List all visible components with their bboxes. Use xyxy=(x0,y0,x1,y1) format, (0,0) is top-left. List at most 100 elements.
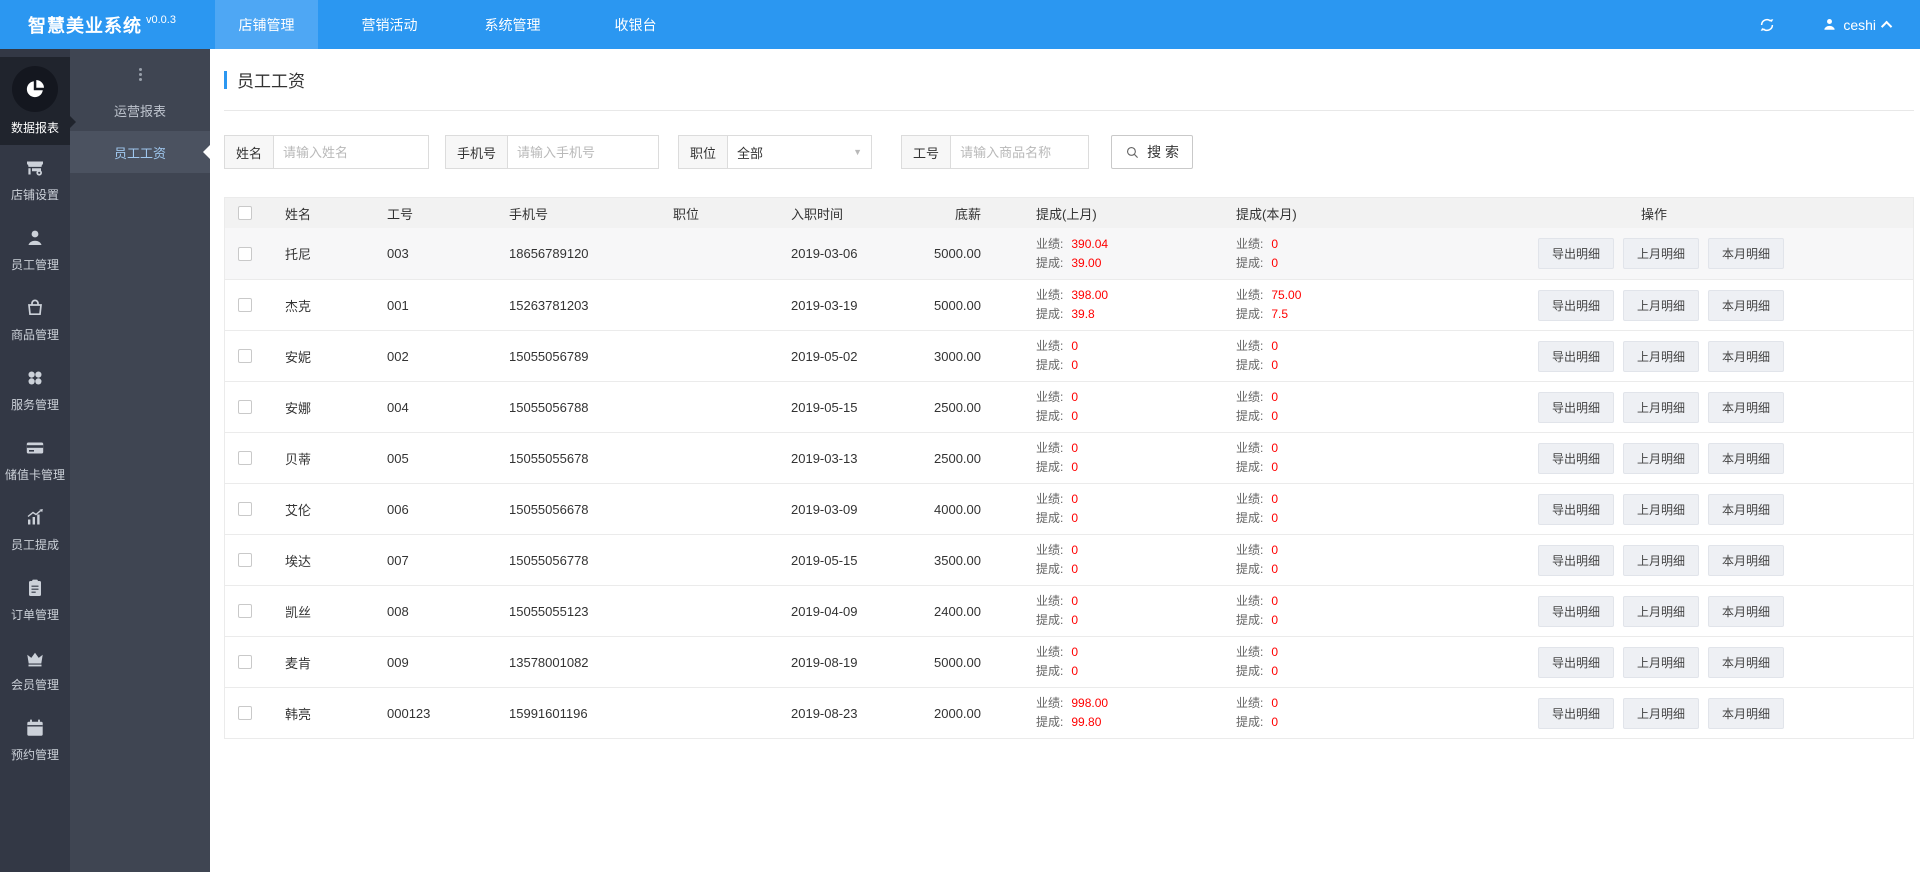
this-month-detail-button[interactable]: 本月明细 xyxy=(1708,442,1785,474)
row-checkbox[interactable] xyxy=(238,400,252,414)
row-checkbox[interactable] xyxy=(238,451,252,465)
cell-phone: 13578001082 xyxy=(509,654,589,670)
submenu-items: 运营报表 员工工资 xyxy=(70,89,210,173)
this-month-detail-button[interactable]: 本月明细 xyxy=(1708,544,1785,576)
export-detail-button[interactable]: 导出明细 xyxy=(1538,442,1615,474)
export-detail-button[interactable]: 导出明细 xyxy=(1538,340,1615,372)
rail-item-members-crown[interactable]: 会员管理 xyxy=(0,635,70,705)
rail-item-label: 商品管理 xyxy=(10,328,59,342)
row-checkbox[interactable] xyxy=(238,706,252,720)
position-filter-label: 职位 xyxy=(678,135,728,169)
table-row: 麦肯 009 13578001082 2019-08-19 5000.00 业绩… xyxy=(225,636,1913,687)
rail-item-stored-card[interactable]: 储值卡管理 xyxy=(0,425,70,495)
phone-input[interactable] xyxy=(507,135,660,169)
cell-name: 托尼 xyxy=(285,247,312,262)
position-select[interactable]: 全部 ▼ xyxy=(727,135,873,169)
export-detail-button[interactable]: 导出明细 xyxy=(1538,697,1615,729)
last-month-detail-button[interactable]: 上月明细 xyxy=(1623,340,1700,372)
cell-empno: 000123 xyxy=(387,705,431,721)
cell-actions: 导出明细 上月明细 本月明细 xyxy=(1525,586,1913,636)
cell-phone: 15055055678 xyxy=(509,450,589,466)
table-header: 姓名 工号 手机号 职位 入职时间 底薪 提成(上月) 提成(本月) 操作 xyxy=(225,198,1913,228)
cell-commission-last-month: 业绩: 0 提成: 0 xyxy=(1036,594,1079,627)
cell-phone: 15055056789 xyxy=(509,348,589,364)
cell-actions: 导出明细 上月明细 本月明细 xyxy=(1525,433,1913,483)
row-checkbox[interactable] xyxy=(238,246,252,261)
row-checkbox[interactable] xyxy=(238,655,252,669)
topbar-tab[interactable]: 店铺管理 xyxy=(215,0,318,49)
cell-name: 杰克 xyxy=(285,298,312,314)
export-detail-button[interactable]: 导出明细 xyxy=(1538,493,1615,525)
rail-item-label: 员工管理 xyxy=(10,258,59,272)
rail-item-goods-bag[interactable]: 商品管理 xyxy=(0,285,70,355)
rail-item-appointments-calendar[interactable]: 预约管理 xyxy=(0,705,70,775)
last-month-detail-button[interactable]: 上月明细 xyxy=(1623,646,1700,678)
cell-base-salary: 5000.00 xyxy=(934,654,981,670)
rail-item-staff[interactable]: 员工管理 xyxy=(0,215,70,285)
this-month-detail-button[interactable]: 本月明细 xyxy=(1708,595,1785,627)
this-month-detail-button[interactable]: 本月明细 xyxy=(1708,289,1785,321)
this-month-detail-button[interactable]: 本月明细 xyxy=(1708,493,1785,525)
cell-hire-date: 2019-08-23 xyxy=(791,705,858,721)
rail-item-orders[interactable]: 订单管理 xyxy=(0,565,70,635)
orders-icon xyxy=(24,577,46,599)
submenu-item-label: 员工工资 xyxy=(113,145,166,161)
kebab-menu-icon[interactable] xyxy=(70,49,210,89)
export-detail-button[interactable]: 导出明细 xyxy=(1538,646,1615,678)
cell-base-salary: 4000.00 xyxy=(934,501,981,517)
this-month-detail-button[interactable]: 本月明细 xyxy=(1708,646,1785,678)
row-checkbox[interactable] xyxy=(238,298,252,312)
refresh-icon[interactable] xyxy=(1758,16,1776,34)
rail-item-services[interactable]: 服务管理 xyxy=(0,355,70,425)
members-crown-icon xyxy=(24,647,46,669)
username: ceshi xyxy=(1843,16,1876,33)
rail-item-commission-chart[interactable]: 员工提成 xyxy=(0,495,70,565)
cell-commission-last-month: 业绩: 998.00 提成: 99.80 xyxy=(1036,696,1109,729)
cell-hire-date: 2019-03-09 xyxy=(791,501,858,517)
name-filter-label: 姓名 xyxy=(224,135,274,169)
rail-item-label: 会员管理 xyxy=(10,678,59,692)
cell-commission-last-month: 业绩: 0 提成: 0 xyxy=(1036,390,1079,423)
empno-filter-label: 工号 xyxy=(901,135,951,169)
last-month-detail-button[interactable]: 上月明细 xyxy=(1623,289,1700,321)
row-checkbox[interactable] xyxy=(238,349,252,363)
topbar-tab[interactable]: 收银台 xyxy=(584,0,687,49)
submenu-item[interactable]: 运营报表 xyxy=(70,89,210,131)
last-month-detail-button[interactable]: 上月明细 xyxy=(1623,391,1700,423)
cell-commission-last-month: 业绩: 0 提成: 0 xyxy=(1036,645,1079,678)
row-checkbox[interactable] xyxy=(238,604,252,618)
topbar-tab[interactable]: 营销活动 xyxy=(338,0,441,49)
export-detail-button[interactable]: 导出明细 xyxy=(1538,544,1615,576)
this-month-detail-button[interactable]: 本月明细 xyxy=(1708,340,1785,372)
row-checkbox[interactable] xyxy=(238,502,252,516)
topbar-tab[interactable]: 系统管理 xyxy=(461,0,564,49)
this-month-detail-button[interactable]: 本月明细 xyxy=(1708,391,1785,423)
this-month-detail-button[interactable]: 本月明细 xyxy=(1708,697,1785,729)
last-month-detail-button[interactable]: 上月明细 xyxy=(1623,595,1700,627)
export-detail-button[interactable]: 导出明细 xyxy=(1538,391,1615,423)
cell-hire-date: 2019-05-02 xyxy=(791,348,858,364)
export-detail-button[interactable]: 导出明细 xyxy=(1538,595,1615,627)
last-month-detail-button[interactable]: 上月明细 xyxy=(1623,544,1700,576)
cell-commission-this-month: 业绩: 0 提成: 0 xyxy=(1236,492,1279,525)
select-all-checkbox[interactable] xyxy=(238,206,252,220)
row-checkbox[interactable] xyxy=(238,553,252,567)
search-button[interactable]: 搜 索 xyxy=(1111,135,1193,169)
cell-name: 艾伦 xyxy=(285,502,312,518)
last-month-detail-button[interactable]: 上月明细 xyxy=(1623,442,1700,474)
export-detail-button[interactable]: 导出明细 xyxy=(1538,238,1615,269)
name-input[interactable] xyxy=(273,135,430,169)
table-body: 托尼 003 18656789120 2019-03-06 5000.00 业绩… xyxy=(225,228,1913,738)
cell-position xyxy=(665,228,765,279)
last-month-detail-button[interactable]: 上月明细 xyxy=(1623,493,1700,525)
submenu-item[interactable]: 员工工资 xyxy=(70,131,210,173)
rail-item-store[interactable]: 店铺设置 xyxy=(0,145,70,215)
user-menu[interactable]: ceshi xyxy=(1822,16,1893,33)
column-header: 提成(本月) xyxy=(1236,206,1297,222)
last-month-detail-button[interactable]: 上月明细 xyxy=(1623,238,1700,269)
rail-item-pie-chart[interactable]: 数据报表 xyxy=(0,57,76,145)
last-month-detail-button[interactable]: 上月明细 xyxy=(1623,697,1700,729)
this-month-detail-button[interactable]: 本月明细 xyxy=(1708,238,1785,269)
empno-input[interactable] xyxy=(950,135,1090,169)
export-detail-button[interactable]: 导出明细 xyxy=(1538,289,1615,321)
